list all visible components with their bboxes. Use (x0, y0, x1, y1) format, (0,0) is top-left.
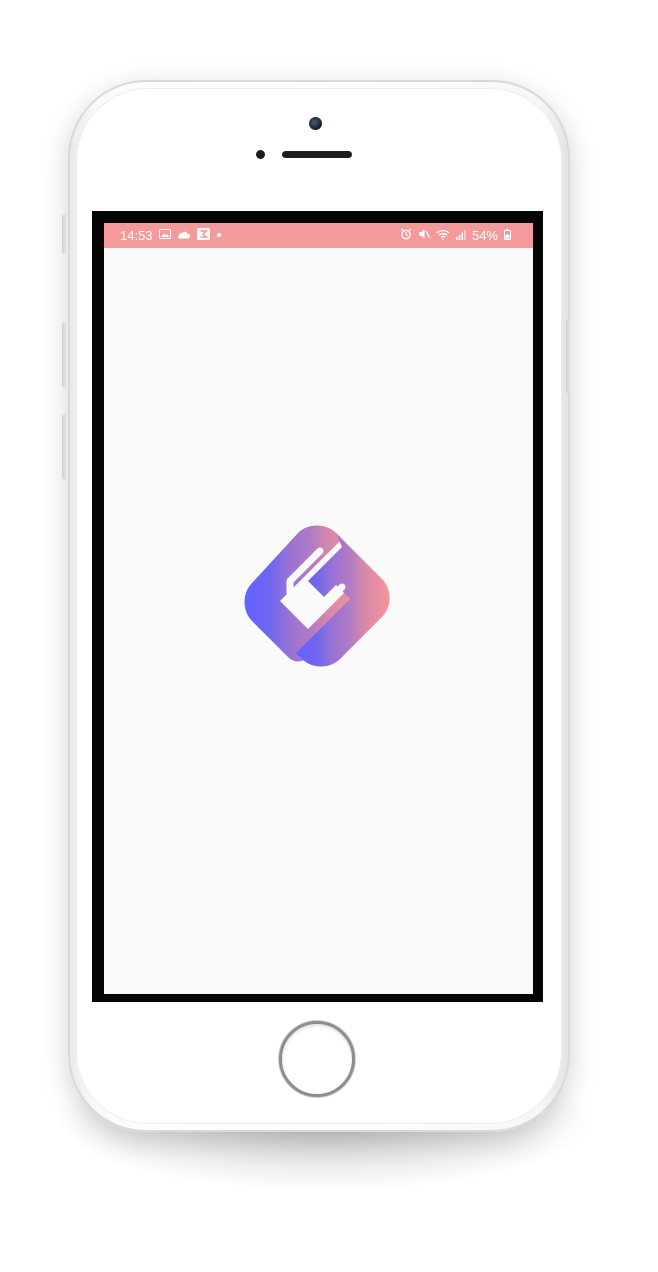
earpiece-speaker (282, 151, 352, 158)
app-screen: 14:53 54% (104, 223, 533, 994)
wifi-icon (436, 229, 450, 243)
signal-icon (455, 229, 466, 243)
app-logo-icon (238, 521, 396, 671)
battery-percentage: 54% (471, 228, 498, 243)
alarm-icon (400, 228, 412, 243)
dot-icon (216, 230, 222, 241)
mute-switch (62, 214, 68, 254)
mute-icon (418, 228, 431, 243)
front-camera (309, 117, 322, 130)
volume-down-button (62, 414, 68, 480)
status-bar: 14:53 54% (104, 223, 533, 248)
battery-icon (504, 228, 511, 243)
status-left: 14:53 (120, 223, 222, 248)
power-button (566, 318, 572, 394)
home-button[interactable] (279, 1021, 355, 1097)
volume-up-button (62, 322, 68, 388)
cloud-icon (177, 230, 191, 242)
status-time: 14:53 (120, 228, 153, 243)
app-notification-icon (196, 228, 210, 243)
status-right: 54% (400, 223, 511, 248)
device-mockup: 14:53 54% (0, 0, 658, 1272)
proximity-sensor (256, 150, 265, 159)
gallery-icon (158, 229, 171, 242)
